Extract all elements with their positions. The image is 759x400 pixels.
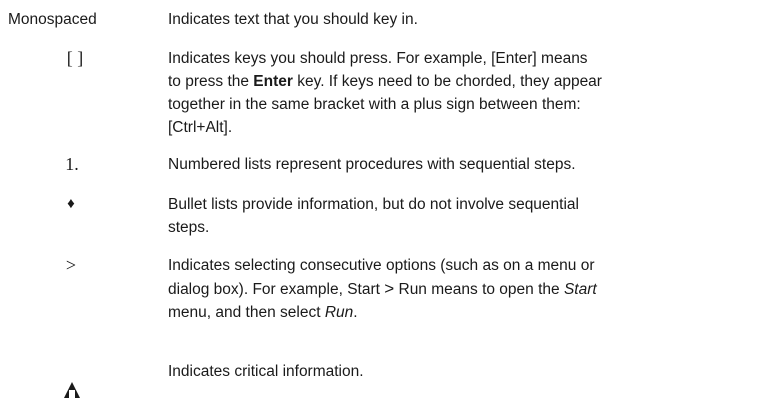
convention-description: Indicates text that you should key in.: [168, 11, 418, 28]
convention-description: Indicates keys you should press. For exa…: [168, 50, 602, 136]
bullet-icon: ♦: [67, 196, 75, 212]
convention-symbol: >: [65, 255, 77, 275]
caution-triangle-icon: [64, 382, 80, 398]
convention-description: Bullet lists provide information, but do…: [168, 196, 579, 236]
convention-description: Numbered lists represent procedures with…: [168, 156, 576, 173]
convention-symbol: 1.: [65, 154, 79, 174]
convention-symbol: [ ]: [66, 48, 84, 68]
conventions-table: Monospaced Indicates text that you shoul…: [0, 0, 759, 400]
convention-symbol: Monospaced: [8, 11, 97, 28]
convention-description: Indicates selecting consecutive options …: [168, 257, 597, 321]
convention-description: Indicates critical information.: [168, 363, 364, 380]
